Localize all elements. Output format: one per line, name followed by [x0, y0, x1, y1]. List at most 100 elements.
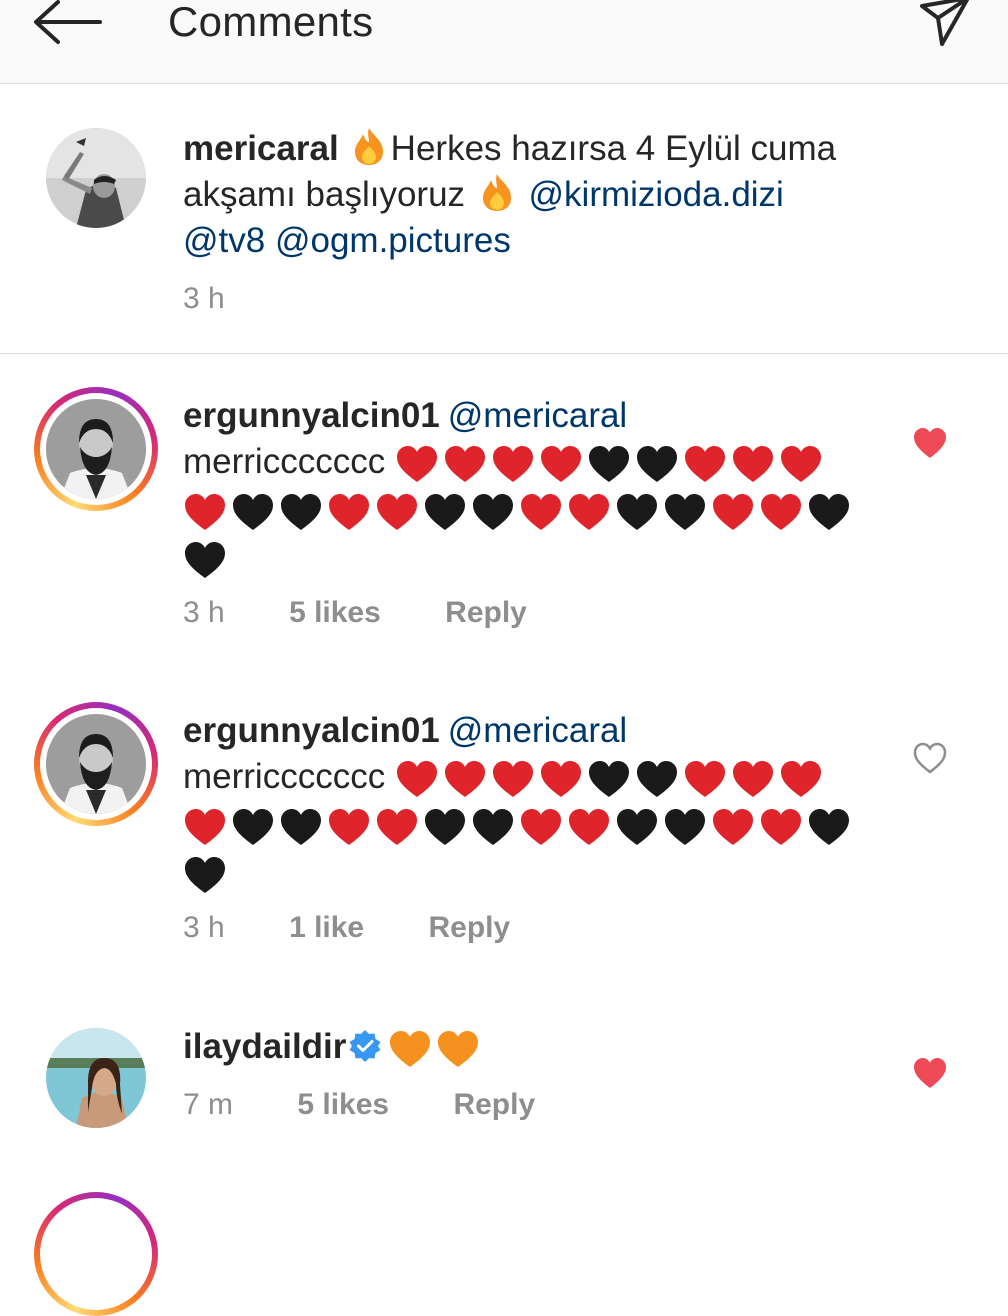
- comment-text: ergunnyalcin01 @mericaral merriccccccc: [183, 708, 855, 898]
- story-ring[interactable]: [34, 1192, 158, 1316]
- hearts-emoji-row: [388, 1027, 484, 1067]
- red-heart-emoji-icon: [521, 493, 561, 530]
- likes-count[interactable]: 1 like: [289, 911, 364, 945]
- red-heart-emoji-icon: [444, 760, 485, 797]
- red-heart-emoji-icon: [732, 760, 773, 797]
- red-heart-emoji-icon: [713, 808, 753, 845]
- caption-text: mericaral Herkes hazırsa 4 Eylül cuma akş…: [183, 126, 836, 264]
- avatar[interactable]: [46, 714, 146, 814]
- comment-username[interactable]: ergunnyalcin01: [183, 396, 440, 435]
- comment-body: merriccccccc: [183, 442, 386, 481]
- red-heart-emoji-icon: [444, 445, 485, 482]
- black-heart-emoji-icon: [588, 445, 629, 482]
- mention-link[interactable]: @tv8: [183, 221, 265, 260]
- hearts-emoji-row: [183, 487, 855, 535]
- post-caption: mericaral Herkes hazırsa 4 Eylül cuma akş…: [0, 84, 1008, 354]
- hearts-emoji-row: [183, 535, 855, 583]
- red-heart-emoji-icon: [713, 493, 753, 530]
- black-heart-emoji-icon: [665, 808, 705, 845]
- black-heart-emoji-icon: [233, 808, 273, 845]
- black-heart-emoji-icon: [588, 760, 629, 797]
- black-heart-emoji-icon: [617, 808, 657, 845]
- reply-button[interactable]: Reply: [453, 1088, 535, 1122]
- comment-meta: 7 m 5 likes Reply: [183, 1088, 535, 1122]
- orange-heart-emoji-icon: [438, 1030, 479, 1067]
- red-heart-emoji-icon: [761, 493, 801, 530]
- mention-link[interactable]: @mericaral: [448, 711, 627, 750]
- hearts-emoji-row: [183, 850, 855, 898]
- avatar[interactable]: [46, 1028, 146, 1128]
- comment-username[interactable]: ergunnyalcin01: [183, 711, 440, 750]
- caption-username[interactable]: mericaral: [183, 129, 339, 168]
- red-heart-emoji-icon: [185, 808, 225, 845]
- timestamp: 3 h: [183, 282, 225, 315]
- story-ring[interactable]: [34, 387, 158, 511]
- red-heart-emoji-icon: [540, 445, 581, 482]
- heart-outline-icon[interactable]: [912, 741, 948, 775]
- black-heart-emoji-icon: [617, 493, 657, 530]
- red-heart-emoji-icon: [492, 760, 533, 797]
- comment-username[interactable]: ilaydaildir: [183, 1027, 346, 1066]
- fire-emoji-icon: [354, 128, 383, 165]
- black-heart-emoji-icon: [281, 808, 321, 845]
- likes-count[interactable]: 5 likes: [289, 596, 381, 630]
- direct-send-icon[interactable]: [916, 0, 972, 48]
- heart-filled-icon[interactable]: [912, 1056, 948, 1090]
- red-heart-emoji-icon: [540, 760, 581, 797]
- black-heart-emoji-icon: [185, 541, 225, 578]
- black-heart-emoji-icon: [281, 493, 321, 530]
- timestamp: 3 h: [183, 911, 225, 944]
- black-heart-emoji-icon: [425, 808, 465, 845]
- avatar-photo-ergunnyalcin01: [46, 399, 146, 499]
- hearts-emoji-row: [183, 802, 855, 850]
- fire-emoji-icon: [482, 174, 511, 211]
- mention-link[interactable]: @kirmizioda.dizi: [529, 175, 784, 214]
- comment-body: merriccccccc: [183, 757, 386, 796]
- red-heart-emoji-icon: [396, 445, 437, 482]
- red-heart-emoji-icon: [684, 445, 725, 482]
- story-ring[interactable]: [34, 702, 158, 826]
- avatar-photo-ergunnyalcin01: [46, 714, 146, 814]
- red-heart-emoji-icon: [185, 493, 225, 530]
- red-heart-emoji-icon: [569, 808, 609, 845]
- avatar-photo-ilaydaildir: [46, 1028, 146, 1128]
- arrow-left-icon[interactable]: [30, 0, 104, 46]
- red-heart-emoji-icon: [377, 808, 417, 845]
- hearts-emoji-row: [395, 442, 827, 482]
- heart-filled-icon[interactable]: [912, 426, 948, 460]
- black-heart-emoji-icon: [809, 493, 849, 530]
- red-heart-emoji-icon: [329, 493, 369, 530]
- black-heart-emoji-icon: [665, 493, 705, 530]
- red-heart-emoji-icon: [761, 808, 801, 845]
- hearts-emoji-row: [395, 757, 827, 797]
- comment-text: ilaydaildir: [183, 1024, 484, 1070]
- timestamp: 3 h: [183, 596, 225, 629]
- caption-text-line1: Herkes hazırsa 4 Eylül cuma: [390, 129, 837, 168]
- red-heart-emoji-icon: [492, 445, 533, 482]
- mention-link[interactable]: @mericaral: [448, 396, 627, 435]
- reply-button[interactable]: Reply: [428, 911, 510, 945]
- verified-badge-icon: [349, 1030, 381, 1062]
- black-heart-emoji-icon: [636, 445, 677, 482]
- comment-text: ergunnyalcin01 @mericaral merriccccccc: [183, 393, 855, 583]
- avatar[interactable]: [46, 128, 146, 228]
- red-heart-emoji-icon: [396, 760, 437, 797]
- red-heart-emoji-icon: [521, 808, 561, 845]
- red-heart-emoji-icon: [732, 445, 773, 482]
- reply-button[interactable]: Reply: [445, 596, 527, 630]
- likes-count[interactable]: 5 likes: [297, 1088, 389, 1122]
- red-heart-emoji-icon: [569, 493, 609, 530]
- black-heart-emoji-icon: [233, 493, 273, 530]
- top-app-bar: Comments: [0, 0, 1008, 84]
- red-heart-emoji-icon: [780, 760, 821, 797]
- black-heart-emoji-icon: [425, 493, 465, 530]
- black-heart-emoji-icon: [185, 856, 225, 893]
- comment-meta: 3 h 5 likes Reply: [183, 596, 527, 630]
- caption-meta: 3 h: [183, 282, 225, 316]
- black-heart-emoji-icon: [473, 808, 513, 845]
- black-heart-emoji-icon: [636, 760, 677, 797]
- mention-link[interactable]: @ogm.pictures: [275, 221, 511, 260]
- avatar[interactable]: [46, 399, 146, 499]
- avatar-photo-mericaral: [46, 128, 146, 228]
- orange-heart-emoji-icon: [390, 1030, 431, 1067]
